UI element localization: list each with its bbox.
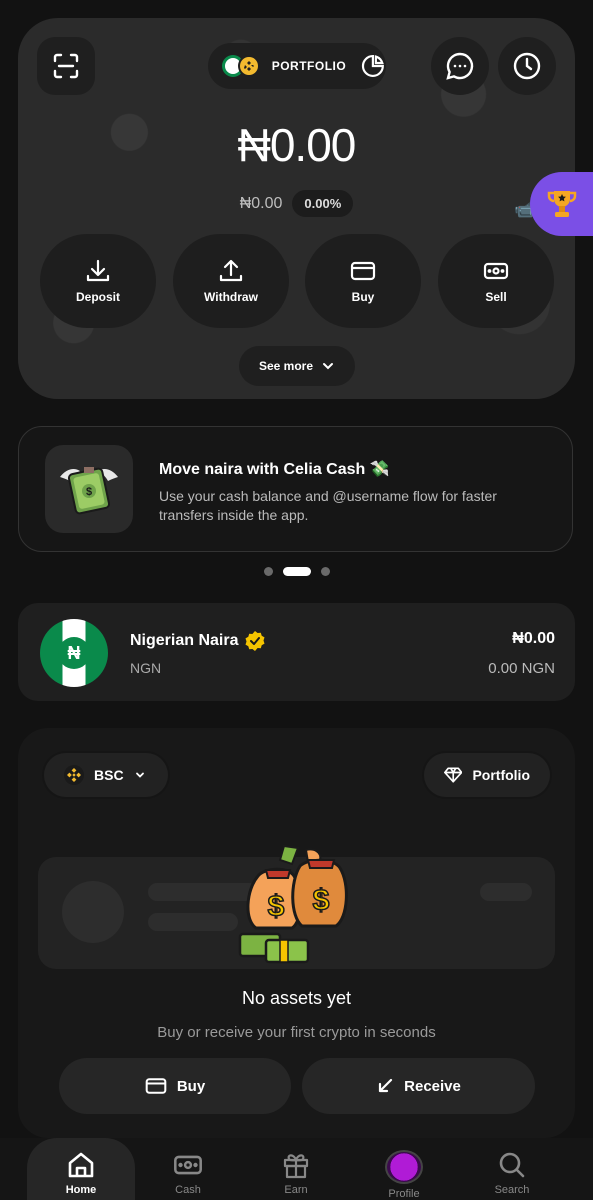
buy-button[interactable]: Buy: [305, 234, 421, 328]
trophy-icon: [547, 191, 576, 217]
nav-home[interactable]: Home: [27, 1138, 135, 1200]
nav-search[interactable]: Search: [458, 1138, 566, 1200]
wallet-card: PORTFOLIO ₦0.00 ₦0.00 0.00% Deposit With…: [18, 18, 575, 399]
currency-amount: ₦0.00: [512, 630, 555, 647]
bnb-icon: [237, 55, 260, 77]
sub-balance: ₦0.00: [239, 194, 283, 212]
money-bags-icon: $ $: [238, 844, 348, 964]
nav-earn[interactable]: Earn: [242, 1138, 350, 1200]
scan-button[interactable]: [37, 37, 95, 95]
cash-icon: [483, 262, 509, 280]
pager-dot-active[interactable]: [282, 567, 311, 576]
change-percent-badge: 0.00%: [292, 190, 354, 217]
currency-sub-amount: 0.00 NGN: [488, 660, 555, 677]
pager-dot[interactable]: [263, 567, 273, 576]
pie-chart-icon: [362, 54, 385, 77]
messages-button[interactable]: [431, 37, 489, 95]
sell-label: Sell: [485, 290, 507, 304]
skeleton-line: [480, 883, 532, 901]
deposit-button[interactable]: Deposit: [40, 234, 156, 328]
chevron-down-icon: [135, 772, 144, 778]
rewards-tab[interactable]: [530, 172, 593, 236]
empty-state-subtitle: Buy or receive your first crypto in seco…: [157, 1024, 436, 1041]
promo-card[interactable]: $ Move naira with Celia Cash 💸 Use your …: [18, 426, 573, 552]
skeleton-line: [148, 913, 238, 931]
cash-icon: [174, 1155, 202, 1175]
nav-profile[interactable]: Profile: [350, 1138, 458, 1200]
bnb-icon: [64, 765, 84, 785]
bottom-navigation: Home Cash Earn Profile Search: [0, 1138, 593, 1200]
card-icon: [145, 1078, 167, 1094]
nav-profile-label: Profile: [388, 1188, 420, 1200]
chevron-down-icon: [323, 363, 334, 370]
withdraw-label: Withdraw: [204, 290, 258, 304]
nav-cash-label: Cash: [175, 1184, 201, 1196]
buy-label: Buy: [351, 290, 375, 304]
balance-subrow: ₦0.00 0.00%: [18, 190, 575, 217]
currency-code: NGN: [130, 660, 162, 676]
network-selector[interactable]: BSC: [44, 753, 168, 797]
download-icon: [86, 259, 110, 282]
nav-cash[interactable]: Cash: [134, 1138, 242, 1200]
see-more-label: See more: [258, 359, 314, 373]
clock-icon: [513, 52, 541, 80]
svg-text:$: $: [268, 890, 285, 923]
currency-name: Nigerian Naira: [130, 632, 239, 649]
withdraw-button[interactable]: Withdraw: [173, 234, 289, 328]
flying-money-icon: $: [45, 445, 133, 533]
buy-crypto-label: Buy: [176, 1077, 206, 1095]
total-balance: ₦0.00: [237, 119, 357, 171]
chat-bubble-icon: [446, 52, 474, 80]
portfolio-label: PORTFOLIO: [271, 59, 347, 73]
deposit-label: Deposit: [75, 290, 120, 304]
svg-text:$: $: [313, 884, 330, 917]
network-label: BSC: [94, 767, 124, 783]
receive-button[interactable]: Receive: [302, 1058, 535, 1114]
nav-home-label: Home: [65, 1184, 97, 1196]
promo-body: Use your cash balance and @username flow…: [159, 488, 497, 523]
receive-label: Receive: [404, 1077, 461, 1095]
empty-state-title: No assets yet: [241, 988, 352, 1008]
currency-name-row: Nigerian Naira: [130, 630, 266, 652]
promo-title: Move naira with Celia Cash 💸: [159, 461, 390, 478]
portfolio-switcher[interactable]: PORTFOLIO: [208, 43, 386, 89]
nav-search-label: Search: [494, 1184, 530, 1196]
naira-flag-icon: ₦: [40, 619, 108, 687]
nav-earn-label: Earn: [284, 1184, 308, 1196]
upload-icon: [219, 259, 243, 282]
history-button[interactable]: [498, 37, 556, 95]
search-icon: [499, 1152, 525, 1178]
avatar: [385, 1150, 423, 1184]
arrow-down-left-icon: [379, 1078, 393, 1093]
portfolio-button[interactable]: Portfolio: [424, 753, 550, 797]
promo-pager: [0, 567, 593, 576]
home-icon: [68, 1152, 94, 1178]
portfolio-button-label: Portfolio: [472, 767, 530, 783]
sell-button[interactable]: Sell: [438, 234, 554, 328]
verified-badge-icon: [245, 631, 265, 651]
currency-row-ngn[interactable]: ₦ Nigerian Naira NGN ₦0.00 0.00 NGN: [18, 603, 575, 701]
gift-icon: [283, 1154, 309, 1179]
pager-dot[interactable]: [320, 567, 330, 576]
buy-crypto-button[interactable]: Buy: [59, 1058, 291, 1114]
svg-text:$: $: [86, 486, 92, 498]
card-icon: [350, 261, 376, 281]
scan-icon: [53, 53, 79, 79]
assets-panel: BSC Portfolio $ $ No assets yet Buy or r…: [18, 728, 575, 1138]
diamond-icon: [444, 767, 463, 783]
skeleton-avatar: [62, 881, 124, 943]
see-more-button[interactable]: See more: [239, 346, 355, 386]
